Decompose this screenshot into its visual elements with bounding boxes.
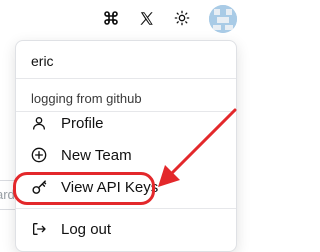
menu-item-label: Profile <box>61 114 104 132</box>
menu-item-new-team[interactable]: New Team <box>24 142 228 168</box>
user-icon <box>30 114 48 132</box>
menu-item-label: New Team <box>61 146 132 164</box>
key-icon <box>30 178 48 196</box>
menu-item-log-out[interactable]: Log out <box>24 216 228 242</box>
logout-icon <box>30 220 48 238</box>
x-logo-icon[interactable] <box>135 7 157 29</box>
user-avatar[interactable] <box>209 5 237 33</box>
menu-item-profile[interactable]: Profile <box>24 110 228 136</box>
menu-user-name: eric <box>31 53 54 69</box>
plus-circle-icon <box>30 146 48 164</box>
menu-item-label: Log out <box>61 220 112 238</box>
command-icon[interactable] <box>100 7 122 29</box>
menu-user-subtitle: logging from github <box>31 91 142 106</box>
theme-sun-icon[interactable] <box>171 7 193 29</box>
menu-item-label: View API Keys <box>61 178 159 196</box>
menu-divider <box>16 208 236 209</box>
menu-divider <box>16 78 236 79</box>
top-navigation-bar <box>0 0 257 36</box>
user-dropdown-menu: eric logging from github Profile New Tea… <box>15 40 237 252</box>
menu-item-view-api-keys[interactable]: View API Keys <box>24 174 228 200</box>
